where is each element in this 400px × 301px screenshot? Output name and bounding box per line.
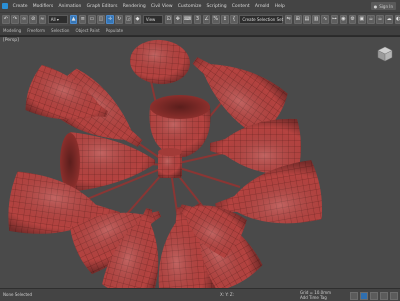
reference-coord-dropdown[interactable]: View <box>143 15 164 24</box>
a360-icon[interactable]: ☁ <box>385 15 393 24</box>
menu-rendering[interactable]: Rendering <box>120 4 148 9</box>
render-setup-icon[interactable]: ⚙ <box>349 15 357 24</box>
select-object-icon[interactable]: ▲ <box>70 15 78 24</box>
undo-icon[interactable]: ↶ <box>2 15 10 24</box>
curve-editor-icon[interactable]: ∿ <box>321 15 329 24</box>
ribbon-tab-populate[interactable]: Populate <box>106 28 123 33</box>
next-frame-icon[interactable] <box>370 292 378 300</box>
rotate-icon[interactable]: ↻ <box>115 15 123 24</box>
user-icon: ● <box>374 4 378 9</box>
ribbon-tab-selection[interactable]: Selection <box>51 28 69 33</box>
main-toolbar: ↶ ↷ ∞ ⊘ ≈ All ▾ ▲ ≡ ▭ ◫ ✛ ↻ ◲ ◆ View ⊡ ✥… <box>0 12 400 27</box>
toggle-scene-explorer-icon[interactable]: ▤ <box>303 15 311 24</box>
angle-snap-icon[interactable]: ∠ <box>203 15 211 24</box>
app-logo <box>0 0 10 12</box>
add-time-tag[interactable]: Add Time Tag <box>300 295 327 300</box>
menu-help[interactable]: Help <box>272 4 287 9</box>
lamp-shade <box>128 37 192 86</box>
snaps-toggle-icon[interactable]: 3 <box>194 15 202 24</box>
auto-key-button[interactable] <box>350 292 358 300</box>
menu-civil-view[interactable]: Civil View <box>148 4 175 9</box>
coordinate-readout: X: Y: Z: <box>220 292 234 297</box>
move-icon[interactable]: ✛ <box>106 15 114 24</box>
menu-modifiers[interactable]: Modifiers <box>30 4 56 9</box>
selection-status: None Selected <box>3 292 32 297</box>
chandelier-model[interactable] <box>0 37 400 289</box>
rect-selection-icon[interactable]: ▭ <box>88 15 96 24</box>
render-iterative-icon[interactable]: ☕ <box>376 15 384 24</box>
rendered-frame-icon[interactable]: ▣ <box>358 15 366 24</box>
render-production-icon[interactable]: ☕ <box>367 15 375 24</box>
select-by-name-icon[interactable]: ≡ <box>79 15 87 24</box>
schematic-view-icon[interactable]: ⊶ <box>331 15 339 24</box>
spinner-snap-icon[interactable]: ↕ <box>221 15 229 24</box>
selection-set-dropdown[interactable]: Create Selection Set <box>239 15 283 24</box>
menu-content[interactable]: Content <box>229 4 252 9</box>
window-crossing-icon[interactable]: ◫ <box>97 15 105 24</box>
sign-in-button[interactable]: ● Sign In <box>371 2 396 10</box>
orbit-icon[interactable] <box>390 292 398 300</box>
ribbon-tab-modeling[interactable]: Modeling <box>3 28 21 33</box>
edit-named-sets-icon[interactable]: { <box>230 15 238 24</box>
sign-in-label: Sign In <box>379 4 393 9</box>
arnold-render-icon[interactable]: ◐ <box>395 15 400 24</box>
percent-snap-icon[interactable]: % <box>212 15 220 24</box>
viewcube-icon[interactable] <box>376 45 394 63</box>
perspective-viewport[interactable]: [Persp] <box>0 36 400 289</box>
zoom-extents-icon[interactable] <box>380 292 388 300</box>
selection-set-value: Create Selection Set <box>242 17 283 22</box>
lamp-shade <box>150 95 211 157</box>
chandelier-hub <box>158 148 182 178</box>
menu-graph-editors[interactable]: Graph Editors <box>84 4 120 9</box>
unlink-icon[interactable]: ⊘ <box>29 15 37 24</box>
pivot-icon[interactable]: ⊡ <box>165 15 173 24</box>
viewport-label[interactable]: [Persp] <box>3 38 19 43</box>
menu-arnold[interactable]: Arnold <box>252 4 272 9</box>
menu-animation[interactable]: Animation <box>56 4 84 9</box>
menu-scripting[interactable]: Scripting <box>204 4 229 9</box>
selection-filter-value: All ▾ <box>51 17 59 22</box>
link-icon[interactable]: ∞ <box>20 15 28 24</box>
play-icon[interactable] <box>360 292 368 300</box>
scale-icon[interactable]: ◲ <box>125 15 133 24</box>
ribbon-tab-object-paint[interactable]: Object Paint <box>75 28 99 33</box>
select-manipulate-icon[interactable]: ✥ <box>174 15 182 24</box>
ribbon-tab-freeform[interactable]: Freeform <box>27 28 45 33</box>
material-editor-icon[interactable]: ◉ <box>340 15 348 24</box>
selection-filter-dropdown[interactable]: All ▾ <box>48 15 69 24</box>
menu-bar: Create Modifiers Animation Graph Editors… <box>0 0 400 12</box>
redo-icon[interactable]: ↷ <box>11 15 19 24</box>
bind-spacewarp-icon[interactable]: ≈ <box>39 15 47 24</box>
mirror-icon[interactable]: ⇋ <box>285 15 293 24</box>
menu-create[interactable]: Create <box>10 4 30 9</box>
menu-customize[interactable]: Customize <box>175 4 204 9</box>
ribbon: Modeling Freeform Selection Object Paint… <box>0 26 400 36</box>
place-icon[interactable]: ◆ <box>134 15 142 24</box>
status-bar: None Selected X: Y: Z: Grid = 10.0mm Add… <box>0 288 400 301</box>
align-icon[interactable]: ⊞ <box>294 15 302 24</box>
reference-coord-value: View <box>146 17 156 22</box>
keyboard-shortcut-icon[interactable]: ⌨ <box>183 15 192 24</box>
toggle-layer-explorer-icon[interactable]: ▥ <box>312 15 320 24</box>
